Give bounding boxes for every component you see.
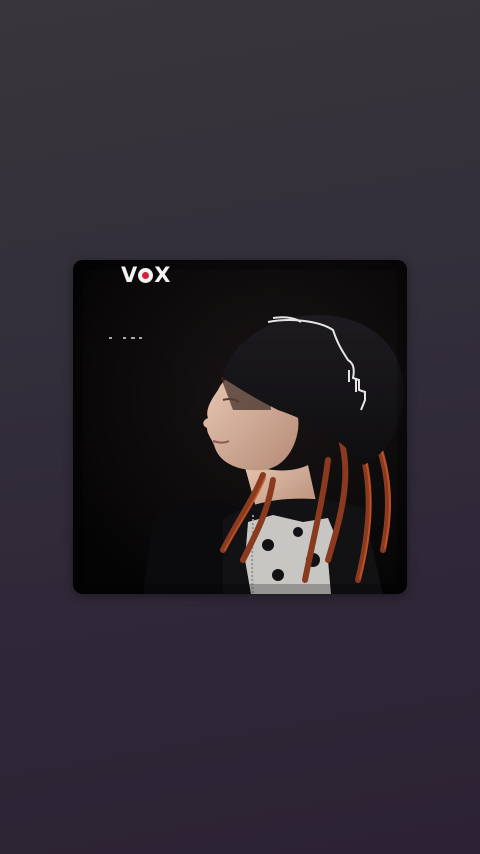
story-screen: V X bbox=[0, 0, 480, 854]
logo-letter-v: V bbox=[121, 263, 138, 287]
logo-dot-icon bbox=[138, 267, 154, 283]
vox-logo: V X bbox=[121, 263, 171, 287]
logo-letter-x: X bbox=[154, 263, 171, 287]
media-card[interactable]: V X bbox=[73, 260, 407, 594]
photo bbox=[73, 260, 407, 594]
